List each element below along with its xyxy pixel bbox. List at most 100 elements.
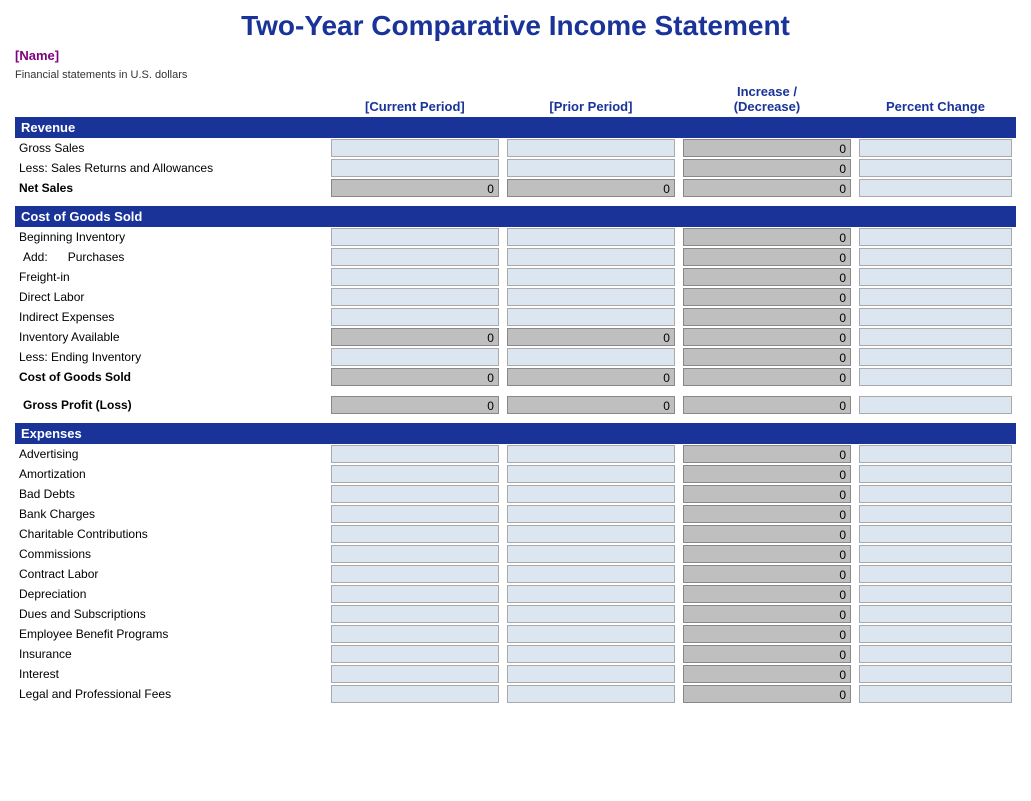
insurance-increase: 0 <box>683 645 851 663</box>
depreciation-percent <box>859 585 1012 603</box>
freight-in-increase: 0 <box>683 268 851 286</box>
cogs-section-header: Cost of Goods Sold <box>15 206 1016 227</box>
table-row: Less: Ending Inventory 0 <box>15 347 1016 367</box>
sales-returns-increase: 0 <box>683 159 851 177</box>
cogs-total-current: 0 <box>331 368 499 386</box>
cogs-total-percent <box>859 368 1012 386</box>
gross-sales-increase: 0 <box>683 139 851 157</box>
gross-sales-prior-input[interactable] <box>507 139 675 157</box>
advertising-prior[interactable] <box>507 445 675 463</box>
bad-debts-prior[interactable] <box>507 485 675 503</box>
inventory-available-percent <box>859 328 1012 346</box>
insurance-current[interactable] <box>331 645 499 663</box>
contract-labor-current[interactable] <box>331 565 499 583</box>
direct-labor-prior[interactable] <box>507 288 675 306</box>
gross-profit-prior: 0 <box>507 396 675 414</box>
gross-profit-label: Gross Profit (Loss) <box>15 395 327 415</box>
bank-charges-increase: 0 <box>683 505 851 523</box>
sales-returns-prior-input[interactable] <box>507 159 675 177</box>
sales-returns-label: Less: Sales Returns and Allowances <box>15 158 327 178</box>
legal-fees-current[interactable] <box>331 685 499 703</box>
dues-subscriptions-current[interactable] <box>331 605 499 623</box>
ending-inventory-increase: 0 <box>683 348 851 366</box>
header-prior-period: [Prior Period] <box>503 83 679 117</box>
ending-inventory-prior[interactable] <box>507 348 675 366</box>
advertising-percent <box>859 445 1012 463</box>
dues-subscriptions-increase: 0 <box>683 605 851 623</box>
interest-prior[interactable] <box>507 665 675 683</box>
table-row: Interest 0 <box>15 664 1016 684</box>
purchases-current[interactable] <box>331 248 499 266</box>
depreciation-current[interactable] <box>331 585 499 603</box>
beginning-inventory-prior[interactable] <box>507 228 675 246</box>
amortization-prior[interactable] <box>507 465 675 483</box>
inventory-available-label: Inventory Available <box>15 327 327 347</box>
insurance-label: Insurance <box>15 644 327 664</box>
interest-increase: 0 <box>683 665 851 683</box>
bad-debts-current[interactable] <box>331 485 499 503</box>
employee-benefit-increase: 0 <box>683 625 851 643</box>
depreciation-prior[interactable] <box>507 585 675 603</box>
employee-benefit-label: Employee Benefit Programs <box>15 624 327 644</box>
gross-profit-current: 0 <box>331 396 499 414</box>
bank-charges-current[interactable] <box>331 505 499 523</box>
ending-inventory-current[interactable] <box>331 348 499 366</box>
table-row: Dues and Subscriptions 0 <box>15 604 1016 624</box>
legal-fees-percent <box>859 685 1012 703</box>
table-row: Indirect Expenses 0 <box>15 307 1016 327</box>
table-row: Amortization 0 <box>15 464 1016 484</box>
bank-charges-label: Bank Charges <box>15 504 327 524</box>
beginning-inventory-current[interactable] <box>331 228 499 246</box>
gross-sales-current-input[interactable] <box>331 139 499 157</box>
header-current-period: [Current Period] <box>327 83 503 117</box>
commissions-label: Commissions <box>15 544 327 564</box>
advertising-current[interactable] <box>331 445 499 463</box>
interest-current[interactable] <box>331 665 499 683</box>
commissions-percent <box>859 545 1012 563</box>
sales-returns-current-input[interactable] <box>331 159 499 177</box>
charitable-contributions-prior[interactable] <box>507 525 675 543</box>
ending-inventory-label: Less: Ending Inventory <box>15 347 327 367</box>
dues-subscriptions-prior[interactable] <box>507 605 675 623</box>
dues-subscriptions-label: Dues and Subscriptions <box>15 604 327 624</box>
advertising-increase: 0 <box>683 445 851 463</box>
purchases-prior[interactable] <box>507 248 675 266</box>
bank-charges-prior[interactable] <box>507 505 675 523</box>
commissions-prior[interactable] <box>507 545 675 563</box>
contract-labor-prior[interactable] <box>507 565 675 583</box>
table-row: Net Sales 0 0 0 <box>15 178 1016 198</box>
table-row: Employee Benefit Programs 0 <box>15 624 1016 644</box>
indirect-expenses-prior[interactable] <box>507 308 675 326</box>
amortization-current[interactable] <box>331 465 499 483</box>
contract-labor-increase: 0 <box>683 565 851 583</box>
ending-inventory-percent <box>859 348 1012 366</box>
contract-labor-percent <box>859 565 1012 583</box>
amortization-percent <box>859 465 1012 483</box>
employee-benefit-current[interactable] <box>331 625 499 643</box>
bad-debts-increase: 0 <box>683 485 851 503</box>
direct-labor-label: Direct Labor <box>15 287 327 307</box>
insurance-prior[interactable] <box>507 645 675 663</box>
indirect-expenses-current[interactable] <box>331 308 499 326</box>
net-sales-current: 0 <box>331 179 499 197</box>
table-row: Direct Labor 0 <box>15 287 1016 307</box>
beginning-inventory-percent <box>859 228 1012 246</box>
table-row: Less: Sales Returns and Allowances 0 <box>15 158 1016 178</box>
purchases-increase: 0 <box>683 248 851 266</box>
page-title: Two-Year Comparative Income Statement <box>15 10 1016 42</box>
employee-benefit-percent <box>859 625 1012 643</box>
direct-labor-current[interactable] <box>331 288 499 306</box>
freight-in-prior[interactable] <box>507 268 675 286</box>
table-row: Depreciation 0 <box>15 584 1016 604</box>
commissions-current[interactable] <box>331 545 499 563</box>
freight-in-current[interactable] <box>331 268 499 286</box>
dues-subscriptions-percent <box>859 605 1012 623</box>
bad-debts-percent <box>859 485 1012 503</box>
charitable-contributions-current[interactable] <box>331 525 499 543</box>
legal-fees-increase: 0 <box>683 685 851 703</box>
interest-percent <box>859 665 1012 683</box>
indirect-expenses-percent <box>859 308 1012 326</box>
legal-fees-prior[interactable] <box>507 685 675 703</box>
gross-profit-increase: 0 <box>683 396 851 414</box>
employee-benefit-prior[interactable] <box>507 625 675 643</box>
